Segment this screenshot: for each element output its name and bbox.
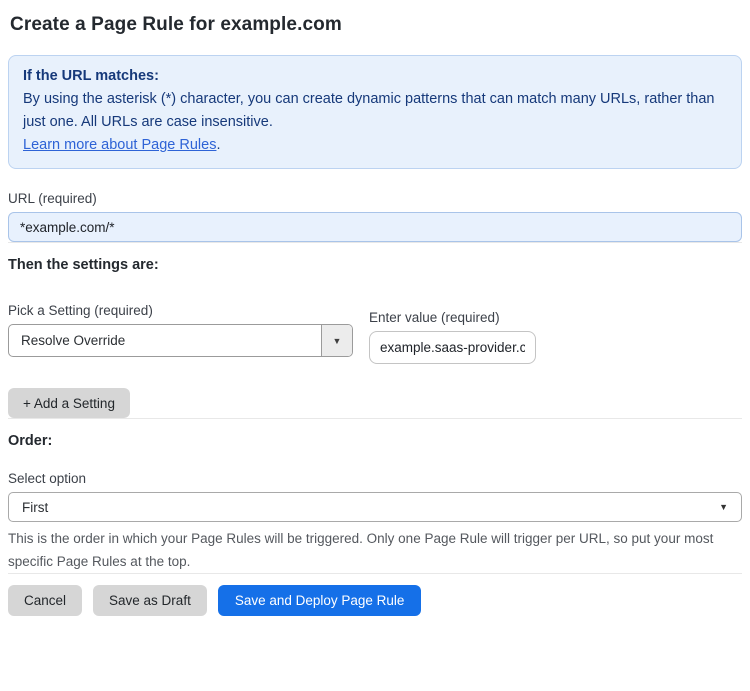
order-select-dropdown[interactable]: First ▼ bbox=[8, 492, 742, 522]
url-input[interactable] bbox=[8, 212, 742, 242]
setting-select-dropdown[interactable]: Resolve Override ▼ bbox=[8, 324, 353, 357]
page-title: Create a Page Rule for example.com bbox=[10, 14, 342, 35]
chevron-down-icon[interactable]: ▼ bbox=[321, 325, 352, 356]
info-box-link-line: Learn more about Page Rules. bbox=[23, 134, 727, 157]
order-section-heading: Order: bbox=[8, 433, 53, 449]
divider bbox=[8, 418, 742, 419]
info-box-heading: If the URL matches: bbox=[23, 68, 159, 84]
setting-value-column: Enter value (required) bbox=[369, 310, 536, 364]
divider bbox=[8, 242, 742, 243]
pick-setting-label: Pick a Setting (required) bbox=[8, 303, 153, 318]
learn-more-page-rules-link[interactable]: Learn more about Page Rules bbox=[23, 137, 216, 153]
footer-button-row: Cancel Save as Draft Save and Deploy Pag… bbox=[8, 585, 742, 616]
settings-section-heading: Then the settings are: bbox=[8, 257, 159, 273]
enter-value-label: Enter value (required) bbox=[369, 310, 500, 325]
chevron-down-icon: ▼ bbox=[719, 502, 728, 512]
save-and-deploy-button[interactable]: Save and Deploy Page Rule bbox=[217, 585, 422, 616]
settings-row: Pick a Setting (required) Resolve Overri… bbox=[8, 303, 742, 364]
order-select-value: First bbox=[22, 499, 49, 515]
divider bbox=[8, 573, 742, 574]
info-box-body: By using the asterisk (*) character, you… bbox=[23, 91, 715, 130]
setting-value-input[interactable] bbox=[369, 331, 536, 364]
setting-picker-column: Pick a Setting (required) Resolve Overri… bbox=[8, 303, 353, 364]
url-field-label: URL (required) bbox=[8, 191, 97, 206]
url-match-info-box: If the URL matches: By using the asteris… bbox=[8, 55, 742, 169]
create-page-rule-panel: Create a Page Rule for example.com If th… bbox=[0, 0, 750, 616]
order-help-text: This is the order in which your Page Rul… bbox=[8, 531, 714, 569]
add-setting-button[interactable]: + Add a Setting bbox=[8, 388, 130, 418]
cancel-button[interactable]: Cancel bbox=[8, 585, 83, 616]
setting-select-value: Resolve Override bbox=[21, 333, 126, 348]
save-as-draft-button[interactable]: Save as Draft bbox=[93, 585, 207, 616]
order-select-label: Select option bbox=[8, 471, 87, 486]
link-suffix-period: . bbox=[216, 137, 221, 153]
